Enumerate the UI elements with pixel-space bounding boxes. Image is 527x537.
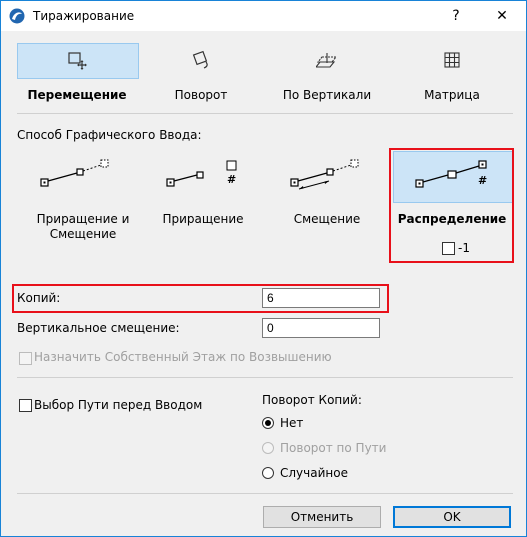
mode-elevate-button[interactable] [267,43,387,77]
rotation-none-radio[interactable] [262,417,274,429]
help-button[interactable]: ? [433,1,479,31]
copies-highlight-frame [12,284,389,313]
mode-rotate-label: Поворот [174,88,228,102]
distribution-highlight-frame [389,148,514,263]
method-increment-offset-label: Приращение и Смещение [36,212,130,241]
method-increment-label: Приращение [162,212,244,226]
mode-move-label: Перемещение [27,88,127,102]
increment-offset-icon [40,159,109,187]
method-offset-label: Смещение [293,212,361,226]
mode-rotate-button[interactable] [141,43,261,77]
title-bar: Тиражирование ? ✕ [1,1,526,31]
divider [17,113,513,114]
window-title: Тиражирование [33,9,135,23]
app-logo-icon [9,8,25,24]
elevate-icon [316,53,338,68]
matrix-icon [444,52,460,68]
rotation-path-label: Поворот по Пути [280,441,387,455]
cancel-button[interactable]: Отменить [263,506,381,528]
assign-story-checkbox[interactable] [19,352,32,365]
increment-hash: # [227,173,237,186]
divider [17,493,513,494]
path-first-label: Выбор Пути перед Вводом [34,398,203,412]
assign-story-label: Назначить Собственный Этаж по Возвышению [34,350,332,364]
increment-icon [166,160,237,187]
vertical-offset-label: Вертикальное смещение: [17,321,180,335]
mode-elevate-label: По Вертикали [282,88,372,102]
path-first-checkbox[interactable] [19,399,32,412]
move-icon [68,52,87,70]
divider [17,377,513,378]
method-increment-option[interactable]: # [163,151,273,201]
method-offset-option[interactable] [287,151,397,201]
input-method-heading: Способ Графического Ввода: [17,128,202,142]
mode-matrix-label: Матрица [424,88,480,102]
close-button[interactable]: ✕ [479,1,525,31]
vertical-offset-input[interactable] [262,318,380,338]
rotation-path-radio[interactable] [262,442,274,454]
rotation-random-radio[interactable] [262,467,274,479]
ok-button[interactable]: OK [393,506,511,528]
rotation-none-label: Нет [280,416,304,430]
rotation-random-label: Случайное [280,466,348,480]
rotate-icon [192,50,208,69]
mode-move-button[interactable] [17,43,139,79]
method-increment-offset-option[interactable] [37,151,147,201]
offset-icon [290,159,359,190]
mode-matrix-button[interactable] [392,43,512,77]
dialog-window: Тиражирование ? ✕ Перемещение Поворот По… [0,0,527,537]
rotation-heading: Поворот Копий: [262,393,362,407]
